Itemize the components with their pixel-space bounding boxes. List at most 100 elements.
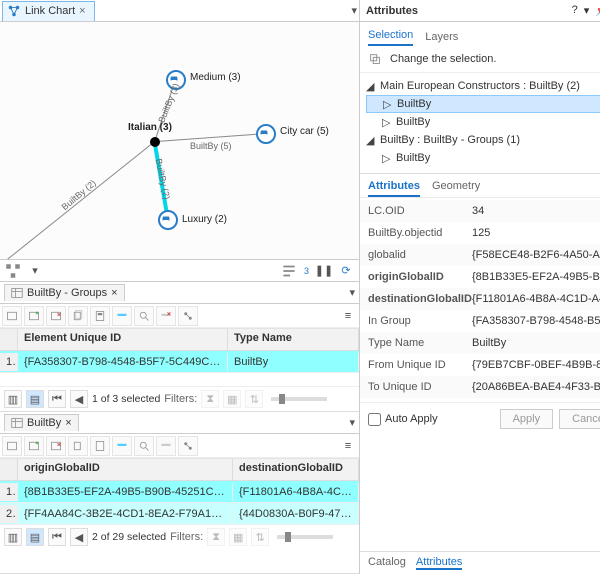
table-builtby-status: ▥ ▤ ⏮ ◀ 2 of 29 selected Filters: ⧗ ▦ ⇅ xyxy=(0,525,359,549)
table-row[interactable]: 2 {FF4AA84C-3B2E-4CD1-8EA2-F79A1F7335C5}… xyxy=(0,503,359,525)
autohide-icon[interactable]: ▾ xyxy=(584,4,590,17)
field-view-icon[interactable] xyxy=(2,306,22,326)
tree-node-groups[interactable]: ◢BuiltBy : BuiltBy - Groups (1) xyxy=(366,131,600,149)
tab-attributes-bottom[interactable]: Attributes xyxy=(416,556,462,570)
help-icon[interactable]: ? xyxy=(572,4,578,17)
show-all-icon[interactable]: ▥ xyxy=(4,390,22,408)
show-all-icon[interactable]: ▥ xyxy=(4,528,22,546)
change-selection-row: Change the selection. ≡ xyxy=(360,46,600,73)
node-italian[interactable] xyxy=(150,137,160,147)
refresh-icon[interactable]: ⟳ xyxy=(337,262,355,280)
table-groups-toolbar: ≡ xyxy=(0,304,359,328)
tab-catalog[interactable]: Catalog xyxy=(368,556,406,570)
tab-overflow-caret[interactable]: ▾ xyxy=(349,286,355,299)
prev-icon[interactable]: ◀ xyxy=(70,528,88,546)
node-luxury[interactable] xyxy=(158,210,178,230)
attributes-actions: Auto Apply Apply Cancel xyxy=(360,402,600,435)
link-chart-tab[interactable]: Link Chart × xyxy=(2,1,95,21)
tab-attributes[interactable]: Attributes xyxy=(368,180,420,197)
table-row[interactable]: 1 {FA358307-B798-4548-B5F7-5C449C61B61C}… xyxy=(0,351,359,373)
layout-caret[interactable]: ▾ xyxy=(26,262,44,280)
calc-icon[interactable] xyxy=(90,436,110,456)
delete-row-icon[interactable] xyxy=(46,306,66,326)
table-groups-tab[interactable]: BuiltBy - Groups × xyxy=(4,284,125,301)
tab-geometry[interactable]: Geometry xyxy=(432,180,480,197)
selection-tree: ◢Main European Constructors : BuiltBy (2… xyxy=(360,73,600,174)
select-icon[interactable] xyxy=(112,306,132,326)
change-selection-label: Change the selection. xyxy=(390,53,496,65)
field-view-icon[interactable] xyxy=(2,436,22,456)
filter-time-icon[interactable]: ⧗ xyxy=(207,528,225,546)
node-medium-label: Medium (3) xyxy=(190,72,241,83)
select-icon[interactable] xyxy=(112,436,132,456)
filter-time-icon[interactable]: ⧗ xyxy=(201,390,219,408)
first-icon[interactable]: ⏮ xyxy=(48,390,66,408)
close-icon[interactable]: × xyxy=(79,5,85,17)
tree-node-main[interactable]: ◢Main European Constructors : BuiltBy (2… xyxy=(366,77,600,95)
tab-selection[interactable]: Selection xyxy=(368,29,413,46)
table-row[interactable]: 1 {8B1B33E5-EF2A-49B5-B90B-45251C7458E6}… xyxy=(0,481,359,503)
first-icon[interactable]: ⏮ xyxy=(48,528,66,546)
hamburger-icon[interactable]: ≡ xyxy=(339,437,357,455)
pin-icon[interactable]: 📌 xyxy=(595,4,600,17)
col-type-name[interactable]: Type Name xyxy=(228,329,359,350)
calc-icon[interactable] xyxy=(90,306,110,326)
clear-sel-icon[interactable] xyxy=(156,306,176,326)
zoom-slider[interactable] xyxy=(271,397,327,401)
node-citycar[interactable] xyxy=(256,124,276,144)
tab-layers[interactable]: Layers xyxy=(425,31,458,46)
filters-label: Filters: xyxy=(170,531,203,543)
layout-tool-icon[interactable] xyxy=(4,262,22,280)
auto-apply-checkbox[interactable]: Auto Apply xyxy=(368,413,438,426)
zoom-icon[interactable] xyxy=(134,436,154,456)
clear-sel-icon[interactable] xyxy=(156,436,176,456)
table-builtby-tab[interactable]: BuiltBy × xyxy=(4,414,79,431)
right-bottom-tabs: Catalog Attributes xyxy=(360,551,600,574)
delete-row-icon[interactable] xyxy=(46,436,66,456)
zoom-slider[interactable] xyxy=(277,535,333,539)
col-element-unique-id[interactable]: Element Unique ID xyxy=(18,329,228,350)
tree-node-builtby[interactable]: ▷BuiltBy xyxy=(366,149,600,167)
related-icon[interactable] xyxy=(178,306,198,326)
link-chart-tabbar: Link Chart × ▾ xyxy=(0,0,359,22)
tab-overflow-caret[interactable]: ▾ xyxy=(349,416,355,429)
link-chart-canvas[interactable]: Medium (3) Italian (3) City car (5) Luxu… xyxy=(0,22,359,260)
table-builtby-tab-label: BuiltBy xyxy=(27,417,61,429)
table-groups-tab-label: BuiltBy - Groups xyxy=(27,287,107,299)
close-icon[interactable]: × xyxy=(65,417,71,429)
copy-icon[interactable] xyxy=(68,306,88,326)
attributes-titlebar: Attributes ? ▾ 📌 × xyxy=(360,0,600,22)
add-row-icon[interactable] xyxy=(24,436,44,456)
show-selected-icon[interactable]: ▤ xyxy=(26,528,44,546)
apply-button[interactable]: Apply xyxy=(500,409,554,429)
selection-status: 1 of 3 selected xyxy=(92,393,160,405)
table-icon xyxy=(11,417,23,429)
table-builtby-grid: originGlobalID destinationGlobalID 1 {8B… xyxy=(0,458,359,525)
col-origin-globalid[interactable]: originGlobalID xyxy=(18,459,233,480)
show-selected-icon[interactable]: ▤ xyxy=(26,390,44,408)
add-row-icon[interactable] xyxy=(24,306,44,326)
filter-extent-icon[interactable]: ▦ xyxy=(223,390,241,408)
table-groups-grid: Element Unique ID Type Name 1 {FA358307-… xyxy=(0,328,359,387)
table-groups-panel: BuiltBy - Groups × ▾ ≡ Element Unique ID… xyxy=(0,282,359,412)
zoom-icon[interactable] xyxy=(134,306,154,326)
close-icon[interactable]: × xyxy=(111,287,117,299)
copy-icon[interactable] xyxy=(68,436,88,456)
related-icon[interactable] xyxy=(178,436,198,456)
tree-node-builtby-selected[interactable]: ▷BuiltBy xyxy=(366,95,600,113)
tree-node-builtby[interactable]: ▷BuiltBy xyxy=(366,113,600,131)
col-destination-globalid[interactable]: destinationGlobalID xyxy=(233,459,359,480)
hamburger-icon[interactable]: ≡ xyxy=(339,307,357,325)
edge-count-badge[interactable]: 3 xyxy=(302,262,311,280)
filter-extent-icon[interactable]: ▦ xyxy=(229,528,247,546)
cancel-button[interactable]: Cancel xyxy=(559,409,600,429)
link-filter-icon[interactable] xyxy=(280,262,298,280)
filter-range-icon[interactable]: ⇅ xyxy=(245,390,263,408)
tab-overflow-caret[interactable]: ▾ xyxy=(351,4,357,17)
prev-icon[interactable]: ◀ xyxy=(70,390,88,408)
pause-icon[interactable]: ❚❚ xyxy=(315,262,333,280)
filter-range-icon[interactable]: ⇅ xyxy=(251,528,269,546)
link-chart-tab-label: Link Chart xyxy=(25,5,75,17)
attribute-subtabs: Attributes Geometry xyxy=(360,174,600,197)
change-selection-icon[interactable] xyxy=(368,52,382,66)
